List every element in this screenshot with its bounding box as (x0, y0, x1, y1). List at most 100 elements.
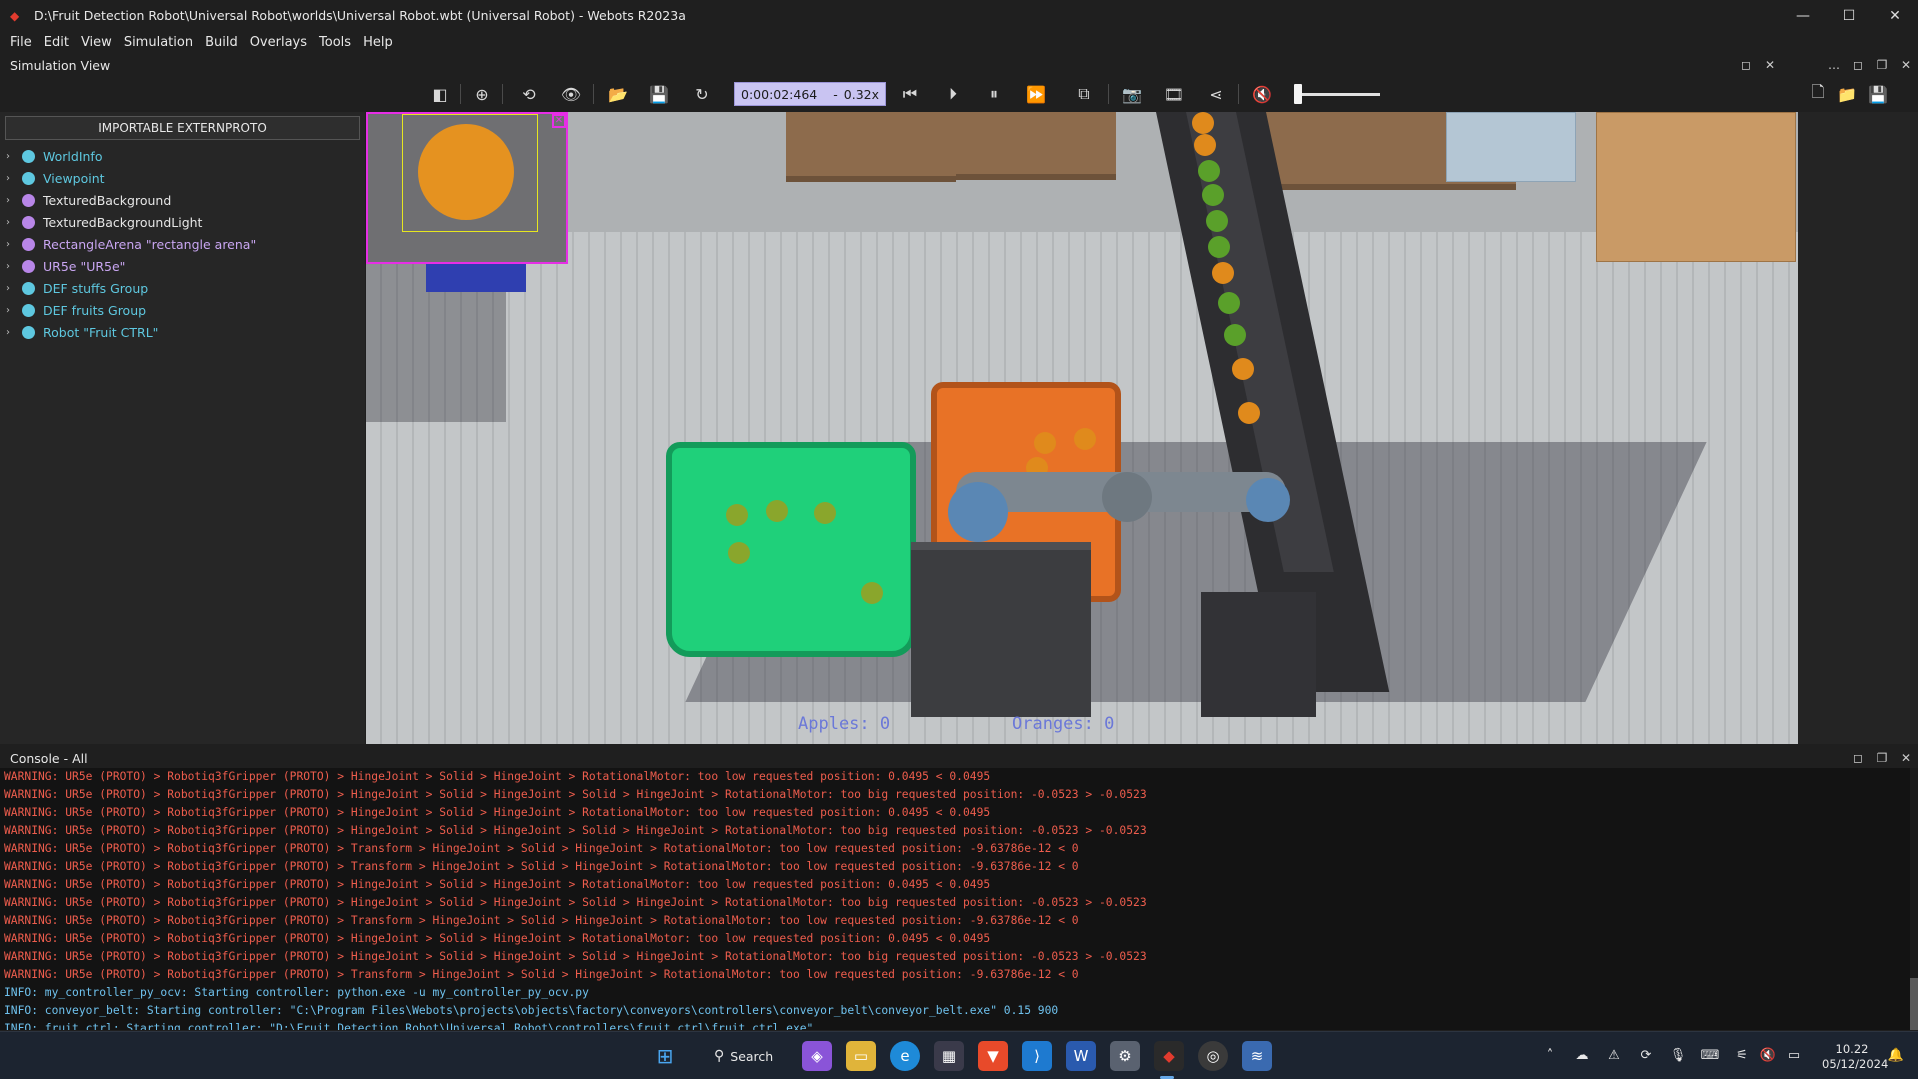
console-scrollbar[interactable] (1910, 768, 1918, 1030)
close-button[interactable]: ✕ (1872, 0, 1918, 31)
microphone-icon[interactable]: 🎙 (1668, 1046, 1688, 1066)
apple-crate (666, 442, 916, 657)
chevron-right-icon[interactable]: › (6, 173, 16, 184)
close-console-icon[interactable]: ✕ (1894, 751, 1918, 765)
github-icon[interactable]: ◎ (1198, 1041, 1228, 1071)
mute-icon[interactable]: 🔇 (1250, 82, 1274, 106)
chevron-right-icon[interactable]: › (6, 217, 16, 228)
console-output[interactable]: WARNING: UR5e (PROTO) > Robotiq3fGripper… (0, 768, 1918, 1030)
toggle-scene-tree-icon[interactable]: ◧ (428, 82, 452, 106)
open-file-icon[interactable]: 📁 (1835, 82, 1859, 106)
chevron-right-icon[interactable]: › (6, 239, 16, 250)
notification-bell-icon[interactable]: 🔔 (1886, 1046, 1906, 1066)
3d-viewport[interactable]: ✕ Apples: 0 Oranges: 0 (366, 112, 1798, 744)
menu-tools[interactable]: Tools (313, 35, 357, 50)
menu-view[interactable]: View (75, 35, 118, 50)
record-movie-icon[interactable]: 🎞 (1162, 82, 1186, 106)
restore-panel-icon[interactable]: ❐ (1870, 58, 1894, 72)
menu-build[interactable]: Build (199, 35, 244, 50)
volume-muted-icon[interactable]: 🔇 (1758, 1046, 1778, 1066)
taskbar-search[interactable]: ⚲ Search (700, 1041, 782, 1071)
menu-overlays[interactable]: Overlays (244, 35, 313, 50)
eye-icon[interactable]: 👁 (559, 82, 583, 106)
reset-simulation-icon[interactable]: ⏮ (898, 82, 922, 106)
tree-item-robot-fruit-ctrl[interactable]: › Robot "Fruit CTRL" (0, 321, 365, 343)
tree-item-viewpoint[interactable]: › Viewpoint (0, 167, 365, 189)
brave-browser-icon[interactable]: ▼ (978, 1041, 1008, 1071)
tree-item-ur5e[interactable]: › UR5e "UR5e" (0, 255, 365, 277)
copilot-icon[interactable]: ◈ (802, 1041, 832, 1071)
apple-fruit (766, 500, 788, 522)
edge-browser-icon[interactable]: e (890, 1041, 920, 1071)
camera-overlay[interactable]: ✕ (366, 112, 568, 264)
more-icon[interactable]: … (1822, 58, 1846, 72)
tree-item-def-fruits-group[interactable]: › DEF fruits Group (0, 299, 365, 321)
menu-file[interactable]: File (4, 35, 38, 50)
maximize-panel-icon[interactable]: ◻ (1846, 58, 1870, 72)
menu-simulation[interactable]: Simulation (118, 35, 199, 50)
volume-slider[interactable] (1300, 93, 1380, 96)
tree-item-worldinfo[interactable]: › WorldInfo (0, 145, 365, 167)
keyboard-icon[interactable]: ⌨ (1700, 1046, 1720, 1066)
menu-help[interactable]: Help (357, 35, 399, 50)
pause-icon[interactable]: ⏸ (982, 82, 1006, 106)
view-rotate-icon[interactable]: ⟲ (517, 82, 541, 106)
importable-externproto-button[interactable]: IMPORTABLE EXTERNPROTO (5, 116, 360, 140)
save-file-icon[interactable]: 💾 (1866, 82, 1890, 106)
chevron-right-icon[interactable]: › (6, 261, 16, 272)
chevron-up-icon[interactable]: ˄ (1540, 1046, 1560, 1066)
console-line: WARNING: UR5e (PROTO) > Robotiq3fGripper… (4, 914, 1079, 927)
rendering-toggle-icon[interactable]: ⧉ (1072, 82, 1096, 106)
maximize-console-icon[interactable]: ◻ (1846, 751, 1870, 765)
wifi-icon[interactable]: ⚟ (1732, 1046, 1752, 1066)
close-panel-icon[interactable]: ✕ (1758, 58, 1782, 72)
menu-edit[interactable]: Edit (38, 35, 75, 50)
microsoft-store-icon[interactable]: ▦ (934, 1041, 964, 1071)
add-node-icon[interactable]: ⊕ (470, 82, 494, 106)
volume-slider-thumb[interactable] (1294, 84, 1302, 104)
window-title: D:\Fruit Detection Robot\Universal Robot… (34, 8, 686, 23)
onedrive-icon[interactable]: ☁ (1572, 1046, 1592, 1066)
fast-forward-icon[interactable]: ⏩ (1024, 82, 1048, 106)
robot-pedestal (911, 542, 1091, 717)
screenshot-icon[interactable]: 📷 (1120, 82, 1144, 106)
float-panel-icon[interactable]: ◻ (1734, 58, 1758, 72)
reload-world-icon[interactable]: ↻ (690, 82, 714, 106)
tree-item-rectangle-arena[interactable]: › RectangleArena "rectangle arena" (0, 233, 365, 255)
open-world-icon[interactable]: 📂 (606, 82, 630, 106)
sync-icon[interactable]: ⟳ (1636, 1046, 1656, 1066)
python-icon[interactable]: ≋ (1242, 1041, 1272, 1071)
battery-icon[interactable]: ▭ (1784, 1046, 1804, 1066)
new-file-icon[interactable]: 🗋 (1806, 82, 1830, 106)
maximize-button[interactable]: ☐ (1826, 0, 1872, 31)
share-icon[interactable]: ⋖ (1204, 82, 1228, 106)
chevron-right-icon[interactable]: › (6, 195, 16, 206)
network-alert-icon[interactable]: ⚠ (1604, 1046, 1624, 1066)
settings-gear-icon[interactable]: ⚙ (1110, 1041, 1140, 1071)
step-icon[interactable]: ⏵ (941, 82, 965, 106)
orange-fruit (1194, 134, 1216, 156)
word-icon[interactable]: W (1066, 1041, 1096, 1071)
taskbar-clock[interactable]: 10.22 05/12/2024 (1822, 1042, 1888, 1072)
file-explorer-icon[interactable]: ▭ (846, 1041, 876, 1071)
windows-start-icon[interactable]: ⊞ (650, 1041, 680, 1071)
minimize-button[interactable]: — (1780, 0, 1826, 31)
close-overlay-icon[interactable]: ✕ (552, 114, 566, 128)
save-world-icon[interactable]: 💾 (647, 82, 671, 106)
tree-item-def-stuffs-group[interactable]: › DEF stuffs Group (0, 277, 365, 299)
console-label: Console - All (10, 750, 88, 766)
vscode-icon[interactable]: ⟩ (1022, 1041, 1052, 1071)
close-editor-icon[interactable]: ✕ (1894, 58, 1918, 72)
console-line: WARNING: UR5e (PROTO) > Robotiq3fGripper… (4, 788, 1147, 801)
apple-fruit (1208, 236, 1230, 258)
restore-console-icon[interactable]: ❐ (1870, 751, 1894, 765)
tree-item-textured-background[interactable]: › TexturedBackground (0, 189, 365, 211)
scrollbar-thumb[interactable] (1910, 978, 1918, 1030)
oranges-counter: Oranges: 0 (1012, 714, 1115, 734)
chevron-right-icon[interactable]: › (6, 327, 16, 338)
tree-item-textured-background-light[interactable]: › TexturedBackgroundLight (0, 211, 365, 233)
chevron-right-icon[interactable]: › (6, 151, 16, 162)
chevron-right-icon[interactable]: › (6, 305, 16, 316)
webots-taskbar-icon[interactable]: ◆ (1154, 1041, 1184, 1071)
chevron-right-icon[interactable]: › (6, 283, 16, 294)
